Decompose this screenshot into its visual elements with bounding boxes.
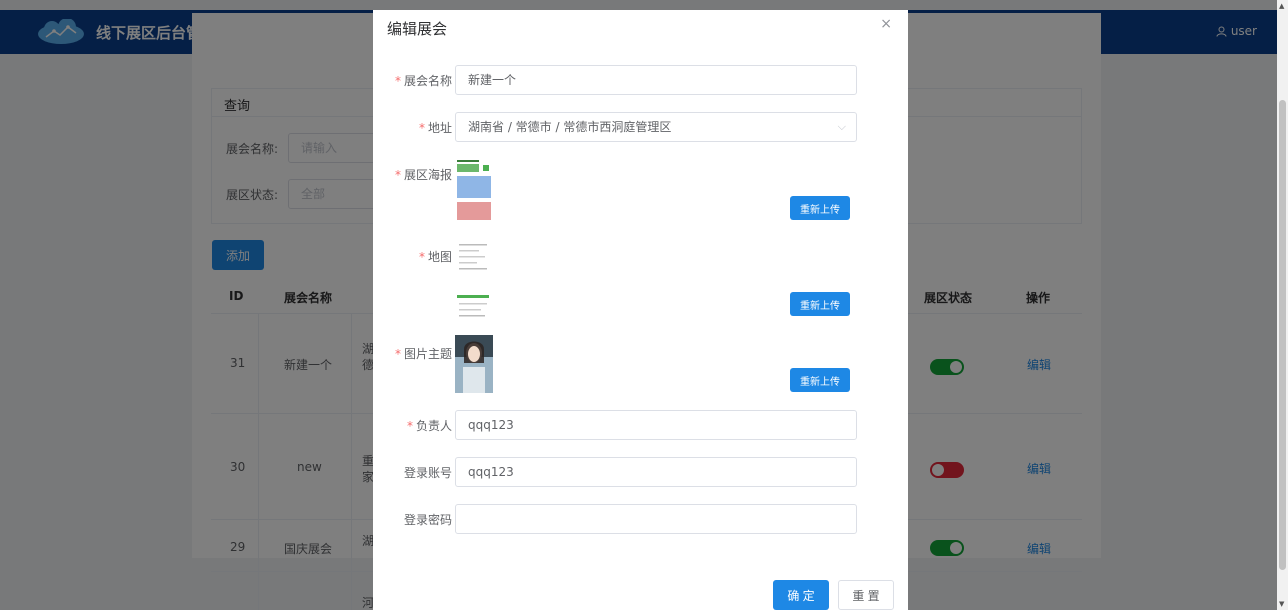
chevron-down-icon: ⌵ — [837, 120, 846, 133]
name-label: * 展会名称 — [394, 74, 452, 88]
password-label: 登录密码 — [403, 513, 452, 527]
owner-label: * 负责人 — [406, 419, 452, 433]
map-label: * 地图 — [418, 250, 452, 264]
poster-reupload-button[interactable]: 重新上传 — [790, 196, 850, 220]
poster-label: * 展区海报 — [394, 168, 452, 182]
close-icon[interactable]: × — [880, 16, 892, 32]
edit-dialog: 编辑展会 × * 展会名称 新建一个 * 地址 湖南省 / 常德市 / 常德市西洞庭… — [373, 10, 908, 610]
scroll-down-arrow-icon[interactable]: ▼ — [1279, 600, 1284, 608]
map-reupload-button[interactable]: 重新上传 — [790, 292, 850, 316]
account-label: 登录账号 — [403, 466, 452, 480]
confirm-button[interactable]: 确 定 — [773, 580, 829, 610]
address-value: 湖南省 / 常德市 / 常德市西洞庭管理区 — [468, 120, 672, 134]
reset-button[interactable]: 重 置 — [838, 580, 894, 610]
theme-thumbnail[interactable] — [455, 335, 493, 393]
account-input[interactable]: qqq123 — [455, 457, 857, 487]
address-label: * 地址 — [418, 121, 452, 135]
map-thumbnail-1[interactable] — [455, 240, 493, 276]
owner-input[interactable]: qqq123 — [455, 410, 857, 440]
theme-reupload-button[interactable]: 重新上传 — [790, 368, 850, 392]
scroll-thumb[interactable] — [1279, 100, 1286, 570]
password-input[interactable] — [455, 504, 857, 534]
theme-label: * 图片主题 — [394, 347, 452, 361]
map-thumbnail-2[interactable] — [455, 293, 493, 323]
dialog-title: 编辑展会 — [387, 20, 448, 38]
scroll-up-arrow-icon[interactable]: ▲ — [1279, 2, 1284, 10]
name-input[interactable]: 新建一个 — [455, 65, 857, 95]
vertical-scrollbar[interactable]: ▲ ▼ — [1277, 0, 1288, 610]
poster-thumbnail[interactable] — [455, 158, 493, 222]
address-select[interactable]: 湖南省 / 常德市 / 常德市西洞庭管理区 ⌵ — [455, 112, 857, 142]
